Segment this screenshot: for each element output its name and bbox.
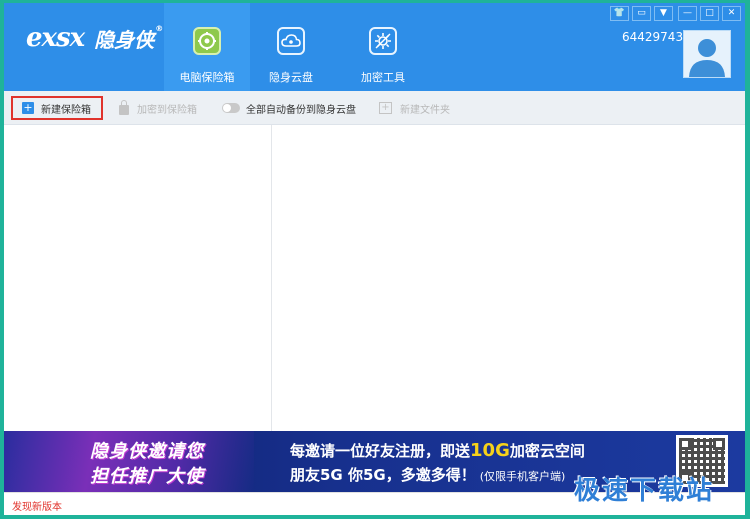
- new-folder-button[interactable]: + 新建文件夹: [379, 91, 450, 125]
- banner-slogan-1: 隐身侠邀请您: [90, 441, 204, 462]
- tab-label: 隐身云盘: [269, 71, 313, 84]
- lock-icon: [119, 99, 129, 115]
- banner-offer-line-1: 每邀请一位好友注册，即送10G加密云空间: [290, 440, 585, 461]
- encrypt-to-vault-button[interactable]: 加密到保险箱: [119, 91, 197, 125]
- user-id: 64429743: [622, 30, 684, 44]
- message-button[interactable]: ▭: [632, 6, 651, 21]
- new-vault-button[interactable]: + 新建保险箱: [11, 96, 103, 120]
- toolbar: + 新建保险箱 加密到保险箱 全部自动备份到隐身云盘 + 新建文件夹: [4, 91, 745, 125]
- menu-button[interactable]: ▼: [654, 6, 673, 21]
- tab-encrypt-tools[interactable]: 加密工具: [340, 3, 426, 91]
- skin-button[interactable]: 👕: [610, 6, 629, 21]
- tab-computer-vault[interactable]: 电脑保险箱: [164, 3, 250, 91]
- tools-icon: [369, 27, 397, 55]
- qr-finder: [679, 438, 691, 450]
- site-watermark: 极速下载站: [574, 476, 715, 506]
- encrypt-to-vault-label: 加密到保险箱: [137, 104, 197, 116]
- message-icon: ▭: [637, 8, 646, 18]
- new-version-link[interactable]: 发现新版本: [12, 498, 62, 513]
- maximize-icon: □: [705, 8, 714, 18]
- close-icon: ✕: [727, 8, 736, 18]
- banner-offer-line-2: 朋友5G 你5G，多邀多得！ (仅限手机客户端): [290, 464, 565, 485]
- qr-finder: [713, 438, 725, 450]
- new-vault-label: 新建保险箱: [41, 104, 91, 116]
- safe-icon: [193, 27, 221, 55]
- auto-backup-toggle[interactable]: 全部自动备份到隐身云盘: [222, 91, 356, 125]
- cloud-icon: [277, 27, 305, 55]
- banner-offer-main: 朋友5G 你5G，多邀多得！: [290, 466, 476, 484]
- tab-label: 加密工具: [361, 71, 405, 84]
- logo-text-label: 隐身侠: [94, 27, 155, 52]
- new-folder-label: 新建文件夹: [400, 104, 450, 116]
- logo-registered-mark: ®: [155, 23, 164, 33]
- logo-text: 隐身侠®: [94, 24, 163, 53]
- banner-offer-highlight: 10G: [470, 440, 510, 461]
- banner-offer-note: (仅限手机客户端): [479, 470, 566, 483]
- avatar[interactable]: [683, 30, 731, 78]
- avatar-silhouette-icon: [689, 39, 725, 77]
- tab-cloud-disk[interactable]: 隐身云盘: [248, 3, 334, 91]
- toggle-switch-icon: [222, 103, 240, 113]
- folder-plus-icon: +: [379, 102, 392, 114]
- close-button[interactable]: ✕: [722, 6, 741, 21]
- banner-offer-suffix: 加密云空间: [509, 442, 585, 460]
- banner-offer-prefix: 每邀请一位好友注册，即送: [290, 442, 471, 460]
- file-content-pane[interactable]: [272, 125, 745, 431]
- app-logo: exsx 隐身侠®: [26, 23, 163, 53]
- minimize-icon: —: [683, 8, 692, 18]
- tab-label: 电脑保险箱: [179, 71, 235, 84]
- maximize-button[interactable]: □: [700, 6, 719, 21]
- menu-icon: ▼: [660, 8, 667, 18]
- minimize-button[interactable]: —: [678, 6, 697, 21]
- auto-backup-label: 全部自动备份到隐身云盘: [246, 104, 356, 116]
- vault-list-pane[interactable]: [4, 125, 272, 431]
- plus-icon: +: [22, 101, 34, 114]
- skin-icon: 👕: [613, 8, 626, 18]
- banner-slogan-2: 担任推广大使: [90, 466, 204, 487]
- app-window: exsx 隐身侠® 电脑保险箱 隐身云盘 加密工具 👕 ▭ ▼ — □ ✕ 64…: [4, 3, 745, 515]
- logo-mark: exsx: [26, 23, 85, 53]
- app-header: exsx 隐身侠® 电脑保险箱 隐身云盘 加密工具 👕 ▭ ▼ — □ ✕ 64…: [4, 3, 745, 91]
